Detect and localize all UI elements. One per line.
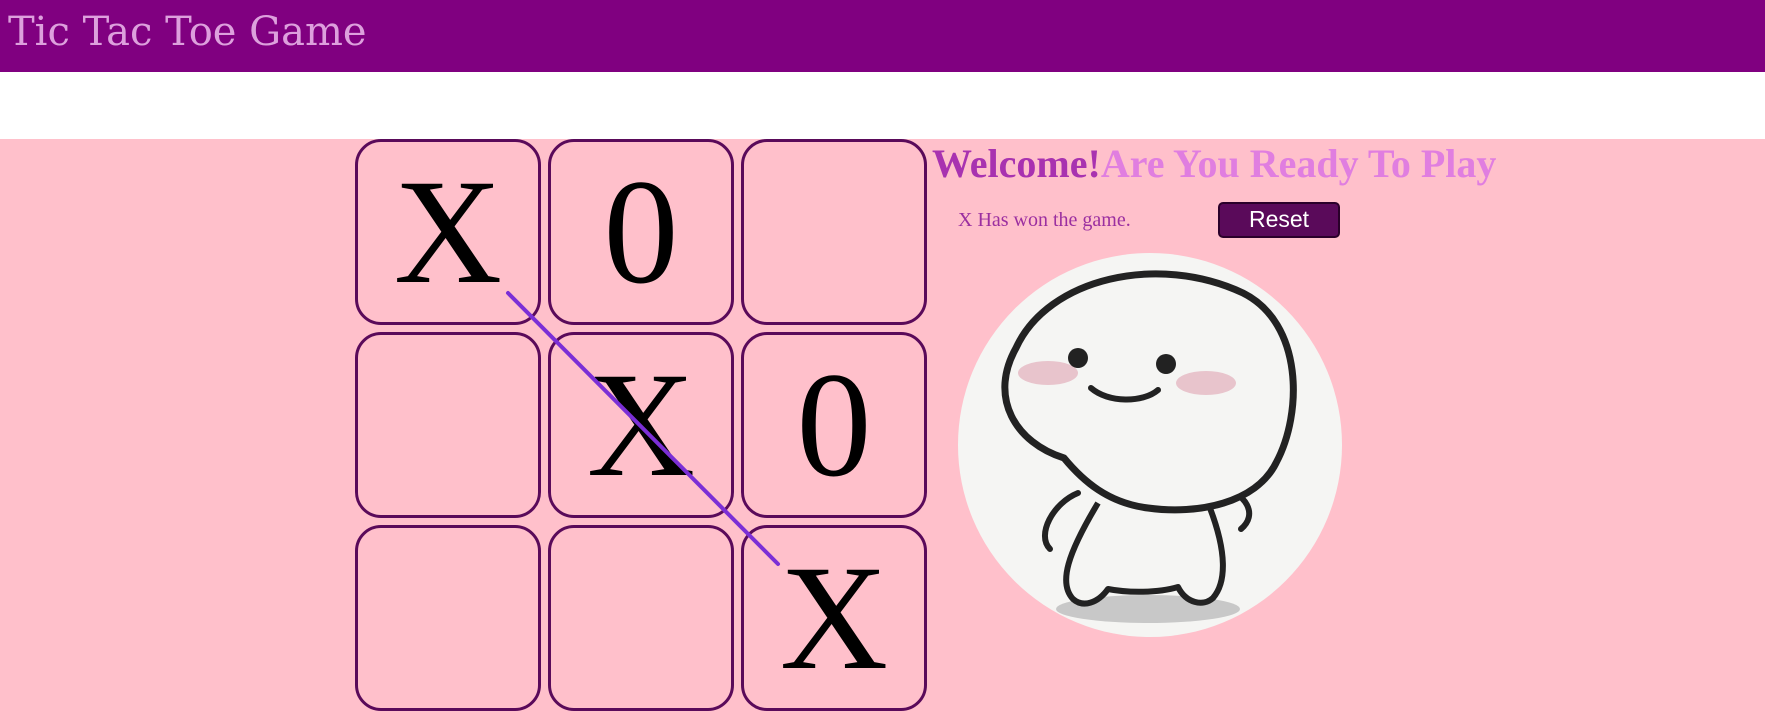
page-title: Tic Tac Toe Game — [8, 9, 367, 55]
ready-text: Are You Ready To Play — [1100, 141, 1497, 186]
smiling-character-icon — [958, 253, 1342, 637]
board-cell-8[interactable] — [548, 525, 734, 711]
board-cell-1[interactable]: X — [355, 139, 541, 325]
board-cell-9[interactable]: X — [741, 525, 927, 711]
game-board: X 0 X 0 X — [355, 139, 931, 715]
welcome-heading: Welcome!Are You Ready To Play — [932, 141, 1496, 187]
game-area: X 0 X 0 X Welcome!Are You Ready To Play … — [0, 139, 1765, 724]
game-status: X Has won the game. — [958, 209, 1131, 231]
board-cell-5[interactable]: X — [548, 332, 734, 518]
board-cell-3[interactable] — [741, 139, 927, 325]
reset-button[interactable]: Reset — [1218, 202, 1340, 238]
welcome-text: Welcome! — [932, 141, 1101, 186]
spacer — [0, 72, 1765, 139]
board-cell-6[interactable]: 0 — [741, 332, 927, 518]
board-cell-7[interactable] — [355, 525, 541, 711]
board-cell-4[interactable] — [355, 332, 541, 518]
navbar: Tic Tac Toe Game — [0, 0, 1765, 72]
board-cell-2[interactable]: 0 — [548, 139, 734, 325]
